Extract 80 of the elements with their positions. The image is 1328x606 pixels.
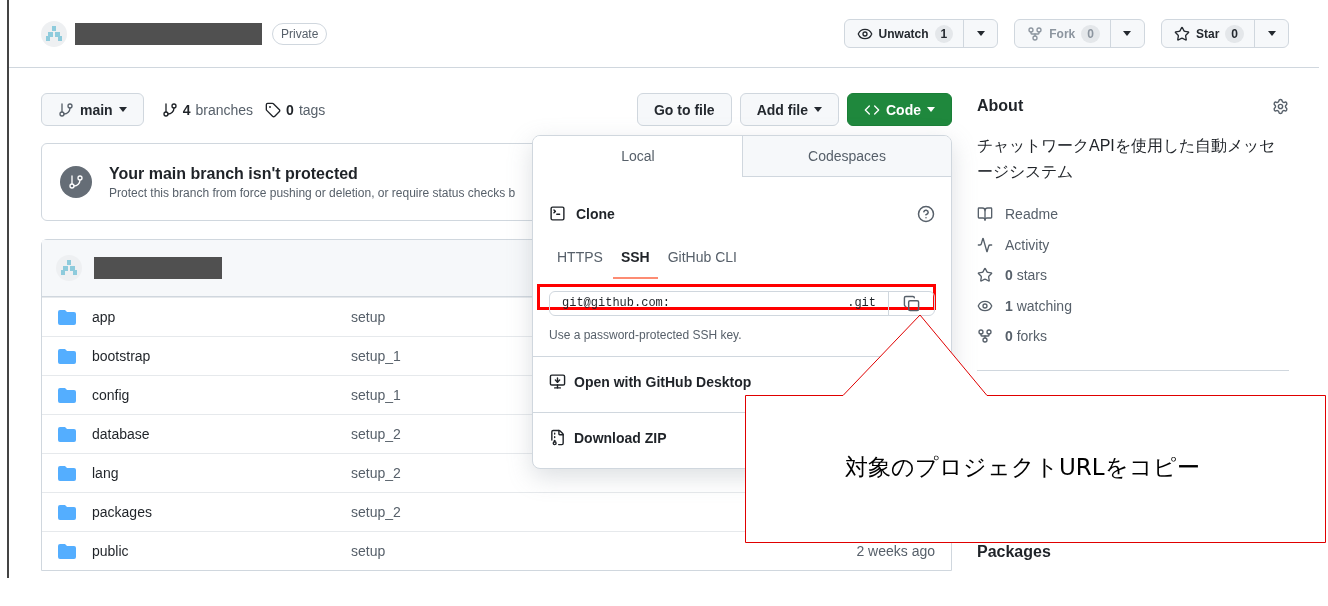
url-prefix: git@github.com: (561, 296, 672, 311)
count-badge: 0 (1081, 24, 1100, 43)
branch-icon (60, 166, 92, 198)
folder-icon (58, 309, 76, 325)
file-name[interactable]: public (92, 543, 351, 559)
settings-icon[interactable] (1272, 97, 1289, 115)
help-icon[interactable] (917, 204, 935, 223)
notice-title: Your main branch isn't protected (109, 164, 359, 183)
commit-message: setup_2 (351, 426, 401, 442)
folder-icon (58, 543, 76, 559)
folder-icon (58, 348, 76, 364)
clone-title: Clone (576, 205, 615, 222)
file-name[interactable]: database (92, 426, 351, 442)
about-link[interactable]: 0 forks (977, 321, 1289, 352)
menu-tab[interactable]: Local (533, 136, 742, 178)
caret-icon (1267, 31, 1276, 36)
file-name[interactable]: app (92, 309, 351, 325)
branch-icon (161, 101, 178, 118)
fork-icon (1027, 25, 1044, 42)
menu-tab[interactable]: Codespaces (742, 136, 951, 178)
fork-icon (977, 328, 993, 345)
caret-icon (976, 31, 985, 36)
callout-text: 対象のプロジェクトURLをコピー (845, 453, 1200, 482)
packages-title: Packages (977, 542, 1052, 561)
menu-item[interactable]: Open with GitHub Desktop (549, 372, 752, 391)
url-suffix: .git (846, 296, 877, 311)
branch-button[interactable]: main (41, 93, 144, 126)
clone-url-field[interactable]: git@github.com: .git (549, 290, 935, 317)
terminal-icon (549, 205, 566, 223)
star-icon (1173, 25, 1190, 42)
count-badge: 0 (1225, 24, 1244, 43)
branches-link[interactable]: 4 branches (161, 101, 254, 118)
tag-icon (265, 101, 282, 118)
folder-icon (58, 426, 76, 442)
file-name[interactable]: packages (92, 504, 351, 520)
commit-age: 2 weeks ago (856, 543, 935, 559)
caret-icon (927, 107, 935, 112)
star-button[interactable]: Star 0 (1161, 20, 1254, 47)
add-file-button[interactable]: Add file (739, 93, 839, 126)
caret-icon (814, 107, 822, 112)
star-icon (977, 267, 993, 284)
branch-icon (58, 101, 74, 118)
commit-message: setup_2 (351, 465, 401, 481)
protocol-tab[interactable]: GitHub CLI (659, 242, 745, 279)
hint-text: Use a password-protected SSH key. (548, 327, 743, 345)
count-badge: 1 (934, 24, 954, 43)
code-button[interactable]: Code (847, 93, 952, 126)
menu-item[interactable]: Download ZIP (549, 428, 667, 447)
caret-icon (1123, 31, 1132, 36)
avatar (41, 20, 67, 47)
copy-icon (903, 294, 920, 312)
about-link[interactable]: Readme (977, 199, 1289, 230)
book-icon (977, 206, 993, 223)
protocol-tab[interactable]: HTTPS (549, 242, 611, 279)
commit-message: setup_1 (351, 387, 401, 403)
go-to-file-button[interactable]: Go to file (637, 93, 732, 126)
zip-file-icon (549, 429, 566, 447)
repo-description: チャットワークAPIを使用した自動メッセージシステム (977, 136, 1276, 182)
about-link[interactable]: 0 stars (977, 260, 1289, 291)
notice-text: Protect this branch from force pushing or deletion, or require status checks b (109, 185, 516, 200)
watch-button[interactable]: Unwatch 1 (844, 20, 964, 47)
file-name[interactable]: config (92, 387, 351, 403)
file-name[interactable]: lang (92, 465, 351, 481)
about-link[interactable]: Activity (977, 229, 1289, 260)
folder-icon (58, 465, 76, 481)
caret-icon (118, 107, 127, 112)
about-link[interactable]: 1 watching (977, 290, 1289, 321)
protocol-tab[interactable]: SSH (612, 242, 658, 279)
commit-message: setup_1 (351, 348, 401, 364)
avatar (56, 255, 82, 281)
pulse-icon (977, 236, 993, 253)
commit-message: setup (351, 309, 386, 325)
commit-message: setup_2 (351, 504, 401, 520)
folder-icon (58, 387, 76, 403)
file-name[interactable]: bootstrap (92, 348, 351, 364)
tags-link[interactable]: 0 tags (265, 101, 326, 118)
folder-icon (58, 504, 76, 520)
commit-message: setup (351, 543, 386, 559)
desktop-download-icon (549, 373, 566, 391)
about-title: About (977, 97, 1024, 115)
